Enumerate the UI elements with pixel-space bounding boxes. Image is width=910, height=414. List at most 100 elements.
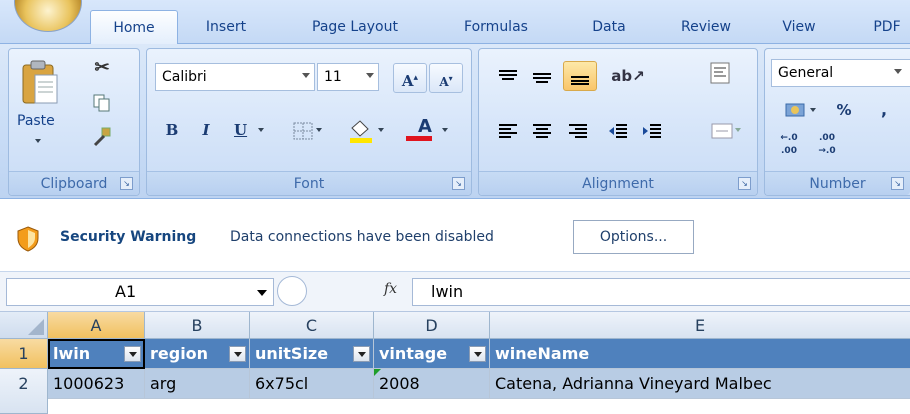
row-header-1[interactable]: 1 <box>0 339 48 369</box>
cut-button[interactable]: ✂ <box>85 53 119 83</box>
tab-page-layout[interactable]: Page Layout <box>292 10 418 44</box>
insert-function-icon[interactable]: fx <box>384 281 397 297</box>
cell-d1[interactable]: vintage <box>374 339 490 369</box>
clipboard-group: Paste ✂ Clipboard ↘ <box>8 48 140 196</box>
font-size-select[interactable]: 11 <box>317 63 379 91</box>
cell-a2[interactable]: 1000623 <box>48 369 145 399</box>
column-header-c[interactable]: C <box>250 312 374 339</box>
brush-icon <box>93 127 111 147</box>
increase-decimal-button[interactable]: ←.0 .00 <box>771 131 807 161</box>
shield-icon <box>17 226 39 252</box>
accounting-format-button[interactable] <box>771 95 821 125</box>
chevron-down-icon <box>378 128 384 132</box>
filter-dropdown-icon[interactable] <box>124 346 141 362</box>
increase-indent-icon <box>643 124 661 138</box>
cell-b1[interactable]: region <box>145 339 250 369</box>
chevron-down-icon <box>258 128 264 132</box>
number-launcher-icon[interactable]: ↘ <box>891 177 904 190</box>
paste-button[interactable]: Paste <box>15 55 67 155</box>
tab-formulas[interactable]: Formulas <box>446 10 546 44</box>
fill-color-button[interactable] <box>333 115 389 145</box>
font-color-swatch <box>406 136 432 141</box>
tab-review[interactable]: Review <box>668 10 744 44</box>
align-left-icon <box>499 124 517 138</box>
font-launcher-icon[interactable]: ↘ <box>452 177 465 190</box>
filter-dropdown-icon[interactable] <box>229 346 246 362</box>
row-header-2[interactable]: 2 <box>0 369 48 414</box>
column-header-b[interactable]: B <box>145 312 250 339</box>
underline-label: U <box>234 121 248 139</box>
error-indicator-icon[interactable] <box>374 369 381 376</box>
bold-label: B <box>165 121 179 139</box>
font-name-select[interactable]: Calibri <box>155 63 315 91</box>
bottom-align-button[interactable] <box>563 61 597 91</box>
column-header-d[interactable]: D <box>374 312 490 339</box>
align-left-button[interactable] <box>493 115 523 145</box>
chevron-down-icon <box>316 128 322 132</box>
filter-dropdown-icon[interactable] <box>353 346 370 362</box>
chevron-down-icon[interactable] <box>257 290 267 296</box>
worksheet-grid: A B C D E 1 2 lwin region unitSize vinta… <box>0 312 910 414</box>
formula-bar-divider-handle[interactable] <box>277 276 307 306</box>
cell-d2-text: 2008 <box>379 374 420 393</box>
increase-indent-button[interactable] <box>637 115 667 145</box>
format-painter-button[interactable] <box>85 121 119 151</box>
align-right-button[interactable] <box>563 115 593 145</box>
number-format-select[interactable]: General <box>771 59 910 87</box>
align-bottom-icon <box>571 76 589 85</box>
shrink-font-button[interactable]: A▾ <box>429 63 463 93</box>
chevron-down-icon <box>735 128 741 132</box>
cell-c1[interactable]: unitSize <box>250 339 374 369</box>
column-header-a[interactable]: A <box>48 312 145 339</box>
alignment-launcher-icon[interactable]: ↘ <box>738 177 751 190</box>
name-box[interactable]: A1 <box>6 278 274 306</box>
security-warning-title: Security Warning <box>60 229 197 245</box>
font-color-button[interactable]: A <box>397 115 453 145</box>
top-align-button[interactable] <box>493 61 523 91</box>
italic-button[interactable]: I <box>191 115 221 145</box>
ribbon: Paste ✂ Clipboard ↘ Calibri 11 A▴ A▾ B I… <box>0 44 910 199</box>
copy-button[interactable] <box>85 87 119 117</box>
cell-a1[interactable]: lwin <box>48 339 145 369</box>
clipboard-launcher-icon[interactable]: ↘ <box>120 177 133 190</box>
percent-style-button[interactable]: % <box>827 95 861 125</box>
comma-style-button[interactable]: , <box>869 95 899 125</box>
cell-e1[interactable]: wineName <box>490 339 910 369</box>
decrease-decimal-button[interactable]: .00 →.0 <box>809 131 845 161</box>
orientation-icon: ab↗ <box>611 67 645 85</box>
decrease-indent-button[interactable] <box>603 115 633 145</box>
cell-c2[interactable]: 6x75cl <box>250 369 374 399</box>
cell-b2[interactable]: arg <box>145 369 250 399</box>
tab-data[interactable]: Data <box>577 10 641 44</box>
middle-align-button[interactable] <box>527 61 557 91</box>
comma-label: , <box>880 100 888 119</box>
formula-input[interactable]: lwin <box>412 278 910 306</box>
cell-d2[interactable]: 2008 <box>374 369 490 399</box>
ribbon-tabs: Home Insert Page Layout Formulas Data Re… <box>0 0 910 45</box>
tab-pdf[interactable]: PDF <box>864 10 910 44</box>
office-button[interactable] <box>14 0 82 32</box>
name-box-value: A1 <box>115 282 137 301</box>
number-label: Number <box>765 171 910 195</box>
column-header-e[interactable]: E <box>490 312 910 339</box>
chevron-down-icon <box>302 73 310 78</box>
grow-font-button[interactable]: A▴ <box>393 63 427 93</box>
tab-insert[interactable]: Insert <box>190 10 262 44</box>
select-all-button[interactable] <box>0 312 48 339</box>
options-button[interactable]: Options... <box>573 220 694 254</box>
chevron-down-icon <box>810 108 816 112</box>
tab-home[interactable]: Home <box>90 10 178 45</box>
shrink-font-label: A <box>439 75 449 89</box>
tab-view[interactable]: View <box>772 10 826 44</box>
bold-button[interactable]: B <box>157 115 187 145</box>
underline-button[interactable]: U <box>225 115 269 145</box>
cell-e2[interactable]: Catena, Adrianna Vineyard Malbec <box>490 369 910 399</box>
filter-dropdown-icon[interactable] <box>469 346 486 362</box>
orientation-button[interactable]: ab↗ <box>603 61 653 91</box>
merge-center-button[interactable] <box>699 115 745 145</box>
chevron-down-icon <box>894 69 902 74</box>
borders-button[interactable] <box>279 115 327 145</box>
chevron-down-icon <box>366 73 374 78</box>
wrap-text-button[interactable] <box>703 57 737 97</box>
align-center-button[interactable] <box>527 115 557 145</box>
